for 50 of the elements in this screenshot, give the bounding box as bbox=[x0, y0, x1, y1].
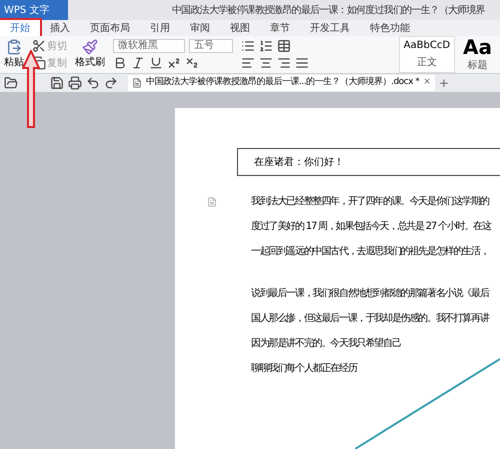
align-right-icon[interactable] bbox=[277, 56, 291, 70]
ribbon-tab[interactable]: 开始 bbox=[0, 20, 40, 36]
superscript-icon[interactable] bbox=[167, 56, 181, 70]
body-text-line: 我到法大已经整整四年，开了四年的课。今天是你们这学期的 bbox=[251, 196, 490, 208]
close-tab-button[interactable]: × bbox=[423, 76, 431, 90]
numbered-list-icon[interactable] bbox=[259, 39, 273, 53]
body-text-line: 国人那么惨，但这最后一课，于我却是伤感的。我不打算再讲 bbox=[251, 313, 490, 325]
window-title: 中国政法大学被停课教授激昂的最后一课：如何度过我们的一生？（大师境界 bbox=[172, 4, 485, 18]
bullet-list-icon[interactable] bbox=[241, 39, 255, 53]
justify-icon[interactable] bbox=[295, 56, 309, 70]
save-icon[interactable] bbox=[50, 76, 64, 90]
print-icon[interactable] bbox=[68, 76, 82, 90]
document-icon bbox=[132, 78, 142, 88]
italic-icon[interactable] bbox=[131, 56, 145, 70]
greeting-text: 在座诸君：你们好！ bbox=[254, 156, 344, 170]
paste-label[interactable]: 粘贴 bbox=[4, 55, 24, 70]
ribbon-tab[interactable]: 章节 bbox=[260, 20, 300, 36]
paste-icon[interactable] bbox=[6, 39, 22, 55]
app-menu-button[interactable]: WPS 文字 bbox=[0, 0, 68, 20]
style-preset[interactable]: Aa 标题 bbox=[459, 36, 496, 73]
open-icon[interactable] bbox=[4, 76, 18, 90]
body-text-line: 度过了美好的 17 周，如果包括今天，总共是 27 个小时。在这 bbox=[251, 221, 492, 233]
align-center-icon[interactable] bbox=[259, 56, 273, 70]
redo-icon[interactable] bbox=[104, 76, 118, 90]
ribbon-tab[interactable]: 视图 bbox=[220, 20, 260, 36]
table-icon[interactable] bbox=[277, 39, 291, 53]
ribbon-tab[interactable]: 特色功能 bbox=[360, 20, 420, 36]
bold-icon[interactable] bbox=[113, 56, 127, 70]
cut-icon[interactable] bbox=[32, 39, 46, 53]
ribbon-tab[interactable]: 开发工具 bbox=[300, 20, 360, 36]
body-text-line: 一起回到遥远的中国古代，去遐思我们的祖先是怎样的生活， bbox=[251, 246, 490, 258]
new-tab-button[interactable]: + bbox=[438, 74, 449, 92]
ribbon-tab[interactable]: 页面布局 bbox=[80, 20, 140, 36]
align-left-icon[interactable] bbox=[241, 56, 255, 70]
font-size-field[interactable]: 五号 bbox=[189, 39, 233, 53]
undo-icon[interactable] bbox=[86, 76, 100, 90]
document-tab-title[interactable]: 中国政法大学被停课教授激昂的最后一课...的一生？（大师境界）.docx * bbox=[146, 76, 420, 90]
ribbon-tab[interactable]: 审阅 bbox=[180, 20, 220, 36]
body-text-line: 聊聊我们每个人都正在经历 bbox=[251, 363, 358, 375]
underline-icon[interactable] bbox=[149, 56, 163, 70]
body-text-line: 说到最后一课，我们很自然地想到都德的那篇著名小说《最后 bbox=[251, 288, 490, 300]
document-tab[interactable]: 中国政法大学被停课教授激昂的最后一课...的一生？（大师境界）.docx * × bbox=[128, 75, 435, 91]
ribbon-tab[interactable]: 引用 bbox=[140, 20, 180, 36]
format-painter-label[interactable]: 格式刷 bbox=[75, 55, 105, 70]
style-preset[interactable]: AaBbCcD 正文 bbox=[398, 36, 456, 73]
font-family-field[interactable]: 微软雅黑 bbox=[113, 39, 185, 53]
body-text-line: 因为那是讲不完的。今天我只希望自己 bbox=[251, 338, 402, 350]
ribbon-tab[interactable]: 插入 bbox=[40, 20, 80, 36]
paintbrush-icon[interactable] bbox=[82, 39, 98, 55]
subscript-icon[interactable] bbox=[185, 56, 199, 70]
